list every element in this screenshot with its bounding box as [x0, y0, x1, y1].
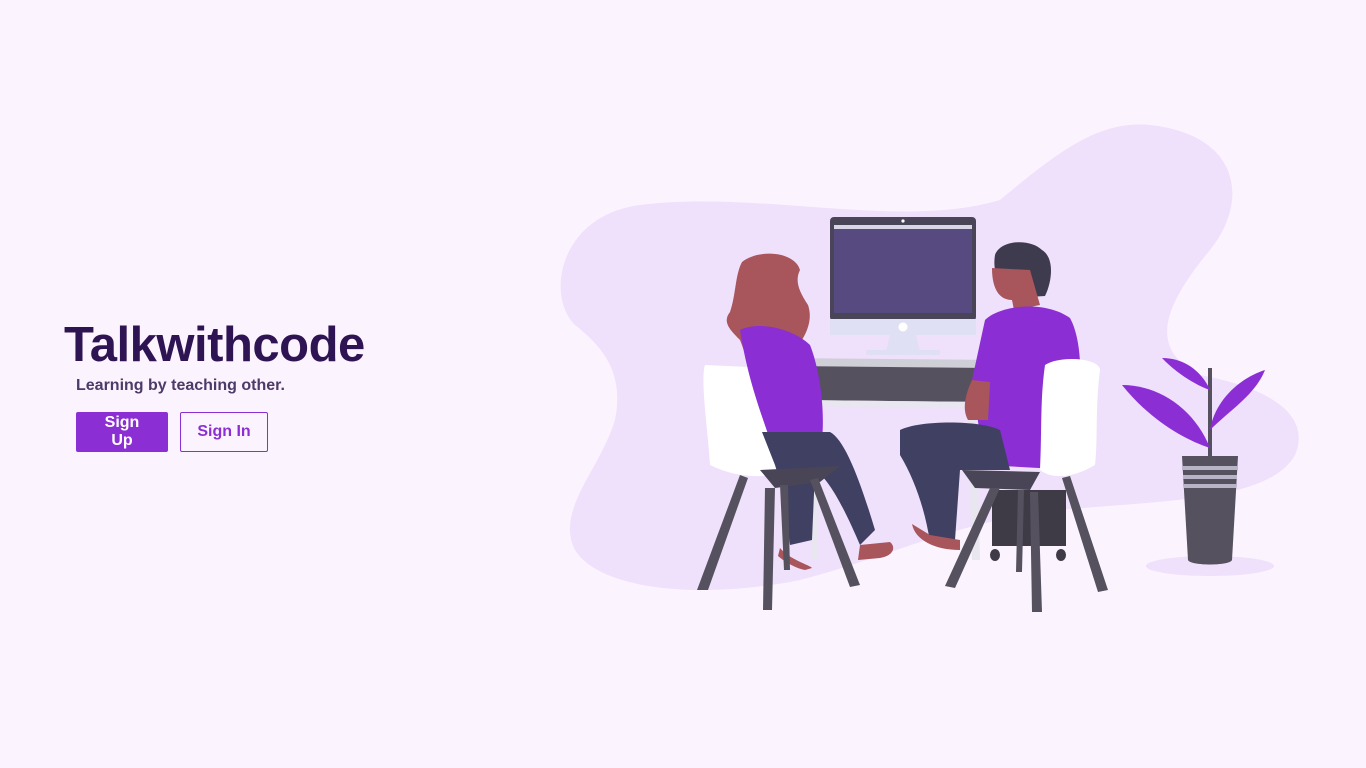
- people-at-computer-illustration: [560, 124, 1299, 612]
- storage-box: [990, 490, 1066, 561]
- tagline: Learning by teaching other.: [76, 377, 285, 394]
- hero-actions: Sign Up Sign In: [76, 412, 424, 452]
- brand-title: Talkwithcode: [64, 318, 365, 372]
- sign-in-button[interactable]: Sign In: [180, 412, 268, 452]
- landing-page: Talkwithcode Learning by teaching other.…: [0, 0, 1366, 768]
- hero-section: Talkwithcode Learning by teaching other.…: [64, 318, 424, 452]
- monitor: [830, 217, 976, 355]
- sign-up-button[interactable]: Sign Up: [76, 412, 168, 452]
